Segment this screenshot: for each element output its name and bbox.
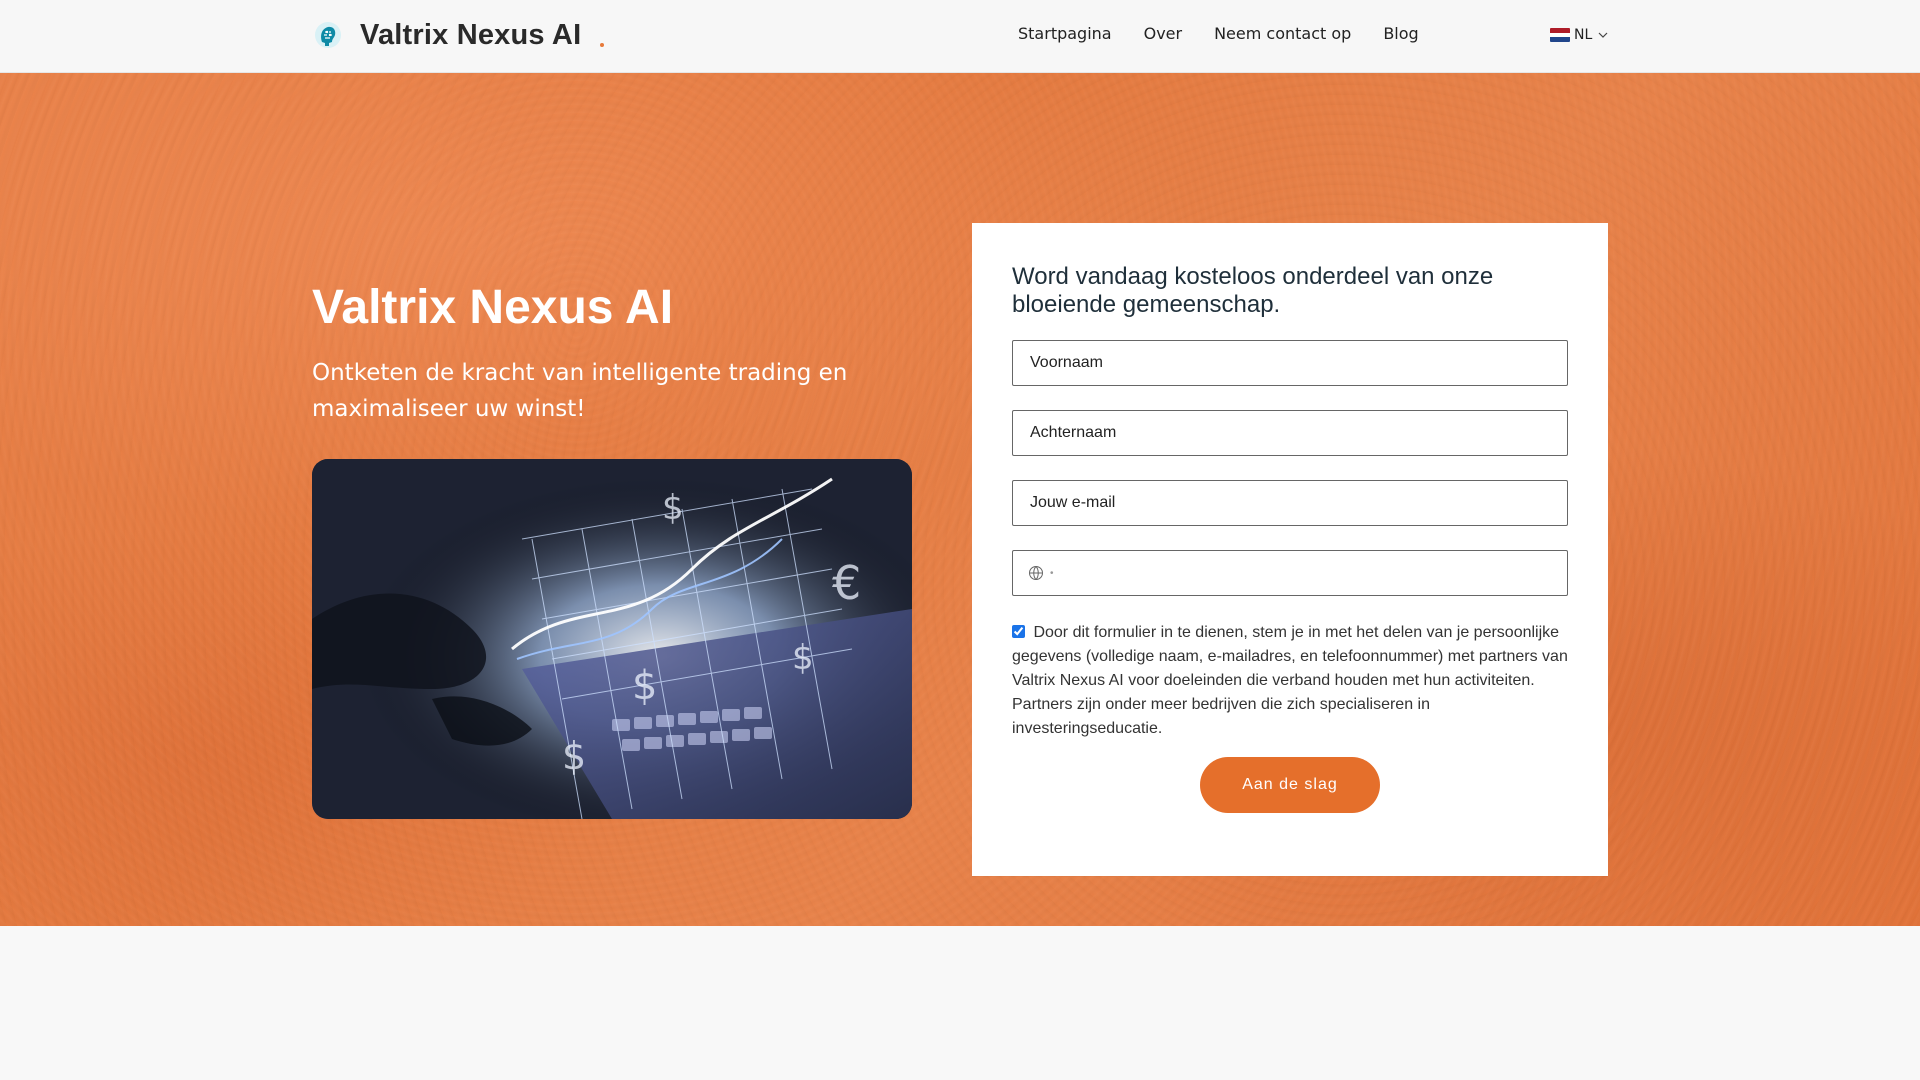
- email-field[interactable]: [1012, 480, 1568, 526]
- language-code: NL: [1574, 27, 1593, 43]
- svg-text:$: $: [562, 734, 586, 778]
- nav-link-startpagina[interactable]: Startpagina: [1018, 24, 1112, 43]
- signup-form: Word vandaag kosteloos onderdeel van onz…: [972, 223, 1608, 876]
- signup-title: Word vandaag kosteloos onderdeel van onz…: [1012, 263, 1494, 318]
- consent-block: Door dit formulier in te dienen, stem je…: [1012, 621, 1568, 741]
- nav-link-blog[interactable]: Blog: [1383, 24, 1418, 43]
- last-name-field[interactable]: [1012, 410, 1568, 456]
- phone-country-prefix[interactable]: •: [1028, 565, 1054, 581]
- page-bottom-area: [0, 926, 1920, 1080]
- email-input[interactable]: [1028, 481, 1567, 525]
- main-nav: Startpagina Over Neem contact op Blog: [1018, 24, 1419, 43]
- chevron-down-icon: [1598, 30, 1608, 40]
- brand-logo[interactable]: Valtrix Nexus AI: [312, 14, 605, 56]
- first-name-field[interactable]: [1012, 340, 1568, 386]
- hero-subtitle: Ontketen de kracht van intelligente trad…: [312, 360, 848, 422]
- nav-link-contact[interactable]: Neem contact op: [1214, 24, 1351, 43]
- globe-icon: [1028, 565, 1044, 581]
- svg-text:$: $: [662, 488, 684, 528]
- trading-laptop-image: € $ $ $ $: [312, 459, 912, 819]
- brand-accent-dot: [600, 43, 605, 47]
- svg-text:€: €: [832, 556, 861, 610]
- hero-section: Valtrix Nexus AI Ontketen de kracht van …: [0, 73, 1920, 926]
- last-name-input[interactable]: [1028, 411, 1567, 455]
- netherlands-flag-icon: [1550, 28, 1570, 42]
- first-name-input[interactable]: [1028, 341, 1567, 385]
- phone-field[interactable]: •: [1012, 550, 1568, 596]
- brand-name: Valtrix Nexus AI: [360, 18, 582, 51]
- language-selector[interactable]: NL: [1550, 27, 1608, 43]
- phone-prefix-separator: •: [1050, 567, 1054, 579]
- svg-text:$: $: [632, 663, 657, 709]
- site-header: Valtrix Nexus AI Startpagina Over Neem c…: [0, 0, 1920, 73]
- svg-text:$: $: [792, 638, 814, 678]
- submit-button[interactable]: Aan de slag: [1200, 757, 1380, 813]
- consent-text: Door dit formulier in te dienen, stem je…: [1012, 624, 1568, 737]
- hero-title: Valtrix Nexus AI: [312, 281, 674, 334]
- phone-input[interactable]: [1059, 551, 1567, 595]
- nav-link-over[interactable]: Over: [1144, 24, 1182, 43]
- brain-head-icon: [312, 19, 344, 51]
- consent-checkbox[interactable]: [1012, 625, 1025, 638]
